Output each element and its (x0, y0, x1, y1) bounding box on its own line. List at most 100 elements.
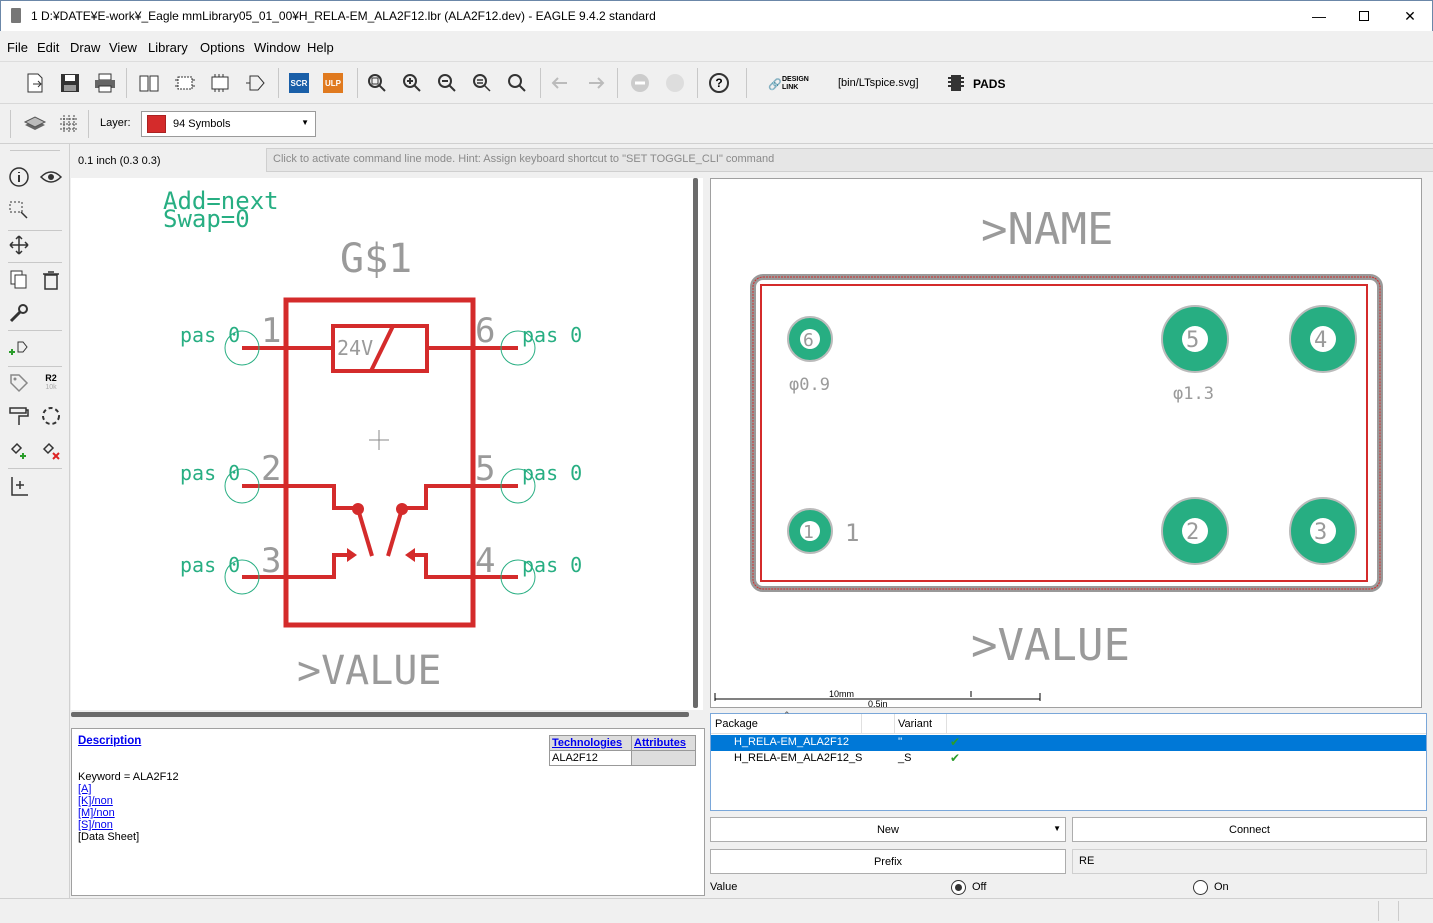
table-row[interactable]: H_RELA-EM_ALA2F12 '' ✔ (711, 735, 1426, 751)
palette-separator (10, 150, 60, 151)
pin-label-3: pas 0 (180, 553, 240, 577)
design-link-button[interactable]: 🔗 DESIGN LINK (768, 76, 828, 94)
col-variant[interactable]: Variant (898, 718, 932, 730)
layers-icon[interactable] (22, 111, 48, 137)
attr-value-cell (631, 750, 696, 766)
pin-label-2: pas 0 (180, 461, 240, 485)
maximize-icon (1359, 11, 1369, 21)
ulp-button[interactable]: ULP (320, 70, 346, 96)
minimize-icon: — (1312, 8, 1326, 24)
gateswap-icon[interactable] (38, 403, 64, 429)
pin-num-4: 4 (475, 541, 495, 581)
new-button[interactable]: New ▼ (710, 817, 1066, 842)
symbol-canvas[interactable]: Add=next Swap=0 G$1 24V pas 0 pas 0 pas … (71, 178, 703, 710)
value-on-radio[interactable] (1193, 880, 1208, 895)
value-label: Value (710, 881, 738, 893)
show-eye-icon[interactable] (38, 164, 64, 190)
desc-link-m[interactable]: [M]/non (78, 807, 179, 819)
connect-link-icon[interactable] (6, 437, 32, 463)
horizontal-scrollbar[interactable] (71, 712, 689, 717)
menu-library[interactable]: Library (148, 40, 188, 55)
command-row: 0.1 inch (0.3 0.3) Click to activate com… (71, 145, 1433, 177)
value-off-radio[interactable] (951, 880, 966, 895)
package-canvas[interactable]: >NAME 6 5 4 1 2 3 1 φ0.9 φ1.3 >VALUE 10m… (710, 178, 1422, 708)
script-button[interactable]: SCR (286, 70, 312, 96)
undo-icon[interactable] (548, 70, 574, 96)
minimize-button[interactable]: — (1296, 1, 1342, 31)
origin-marker-icon[interactable] (6, 473, 32, 499)
name-tag-icon[interactable] (6, 370, 32, 396)
toolbar-separator (88, 110, 89, 138)
select-group-icon[interactable] (6, 198, 32, 224)
package-value-text: >VALUE (971, 620, 1130, 671)
schematic-icon[interactable] (172, 70, 198, 96)
prefix-value-field[interactable]: RE (1072, 849, 1427, 874)
menu-file[interactable]: File (7, 40, 28, 55)
hole-small-label: φ0.9 (789, 375, 830, 395)
menu-window[interactable]: Window (254, 40, 300, 55)
close-icon: ✕ (1404, 7, 1416, 24)
zoom-out-icon[interactable] (434, 70, 460, 96)
value-r2-icon[interactable]: R2 10k (38, 370, 64, 396)
attributes-link[interactable]: Attributes (634, 737, 686, 749)
menu-view[interactable]: View (109, 40, 137, 55)
help-button[interactable]: ? (706, 70, 732, 96)
svg-text:6: 6 (803, 330, 814, 351)
symbol-icon[interactable] (243, 70, 269, 96)
pad-5: 5 (1161, 305, 1229, 373)
toolbar-separator (278, 68, 279, 98)
stop-icon[interactable] (627, 70, 653, 96)
info-icon[interactable] (6, 164, 32, 190)
grid-info: 0.1 inch (0.3 0.3) (78, 155, 161, 167)
move-icon[interactable] (6, 232, 32, 258)
table-row[interactable]: H_RELA-EM_ALA2F12_S _S ✔ (711, 751, 1426, 767)
layer-color-swatch (147, 115, 166, 133)
connect-button[interactable]: Connect (1072, 817, 1427, 842)
menu-help[interactable]: Help (307, 40, 334, 55)
disconnect-link-icon[interactable] (38, 437, 64, 463)
desc-link-k[interactable]: [K]/non (78, 795, 179, 807)
vertical-scrollbar[interactable] (693, 178, 698, 708)
zoom-fit-icon[interactable] (364, 70, 390, 96)
layer-select[interactable]: 94 Symbols ▼ (141, 111, 316, 137)
redo-icon[interactable] (582, 70, 608, 96)
technologies-link[interactable]: Technologies (552, 737, 622, 749)
check-icon: ✔ (950, 735, 961, 749)
zoom-redraw-icon[interactable] (469, 70, 495, 96)
board-icon[interactable] (207, 70, 233, 96)
menu-options[interactable]: Options (200, 40, 245, 55)
save-icon[interactable] (57, 70, 83, 96)
col-package[interactable]: Package (715, 718, 758, 730)
hole-large-label: φ1.3 (1173, 384, 1214, 404)
ltspice-button[interactable]: [bin/LTspice.svg] (838, 77, 919, 89)
wrench-icon[interactable] (6, 300, 32, 326)
menu-bar: File Edit Draw View Library Options Wind… (0, 31, 1433, 62)
prefix-button[interactable]: Prefix (710, 849, 1066, 874)
pin-label-4: pas 0 (522, 553, 582, 577)
command-line-input[interactable]: Click to activate command line mode. Hin… (266, 148, 1433, 172)
close-button[interactable]: ✕ (1387, 1, 1433, 31)
add-symbol-icon[interactable] (6, 336, 32, 362)
zoom-in-icon[interactable] (399, 70, 425, 96)
zoom-select-icon[interactable] (505, 70, 531, 96)
print-icon[interactable] (92, 70, 118, 96)
description-link[interactable]: Description (78, 735, 141, 747)
paint-roller-icon[interactable] (6, 403, 32, 429)
grid-icon[interactable] (56, 111, 82, 137)
menu-edit[interactable]: Edit (37, 40, 59, 55)
maximize-button[interactable] (1341, 1, 1387, 31)
desc-link-a[interactable]: [A] (78, 783, 179, 795)
delete-icon[interactable] (38, 267, 64, 293)
go-icon[interactable] (662, 70, 688, 96)
pad-3: 3 (1289, 497, 1357, 565)
copy-icon[interactable] (6, 267, 32, 293)
palette-separator (8, 366, 62, 367)
svg-text:5: 5 (1186, 328, 1199, 353)
library-book-icon[interactable] (136, 70, 162, 96)
desc-link-s[interactable]: [S]/non (78, 819, 179, 831)
new-file-icon[interactable] (22, 70, 48, 96)
pad-2: 2 (1161, 497, 1229, 565)
pads-button[interactable]: PADS (973, 77, 1005, 91)
pin1-marker: 1 (845, 519, 859, 547)
menu-draw[interactable]: Draw (70, 40, 100, 55)
